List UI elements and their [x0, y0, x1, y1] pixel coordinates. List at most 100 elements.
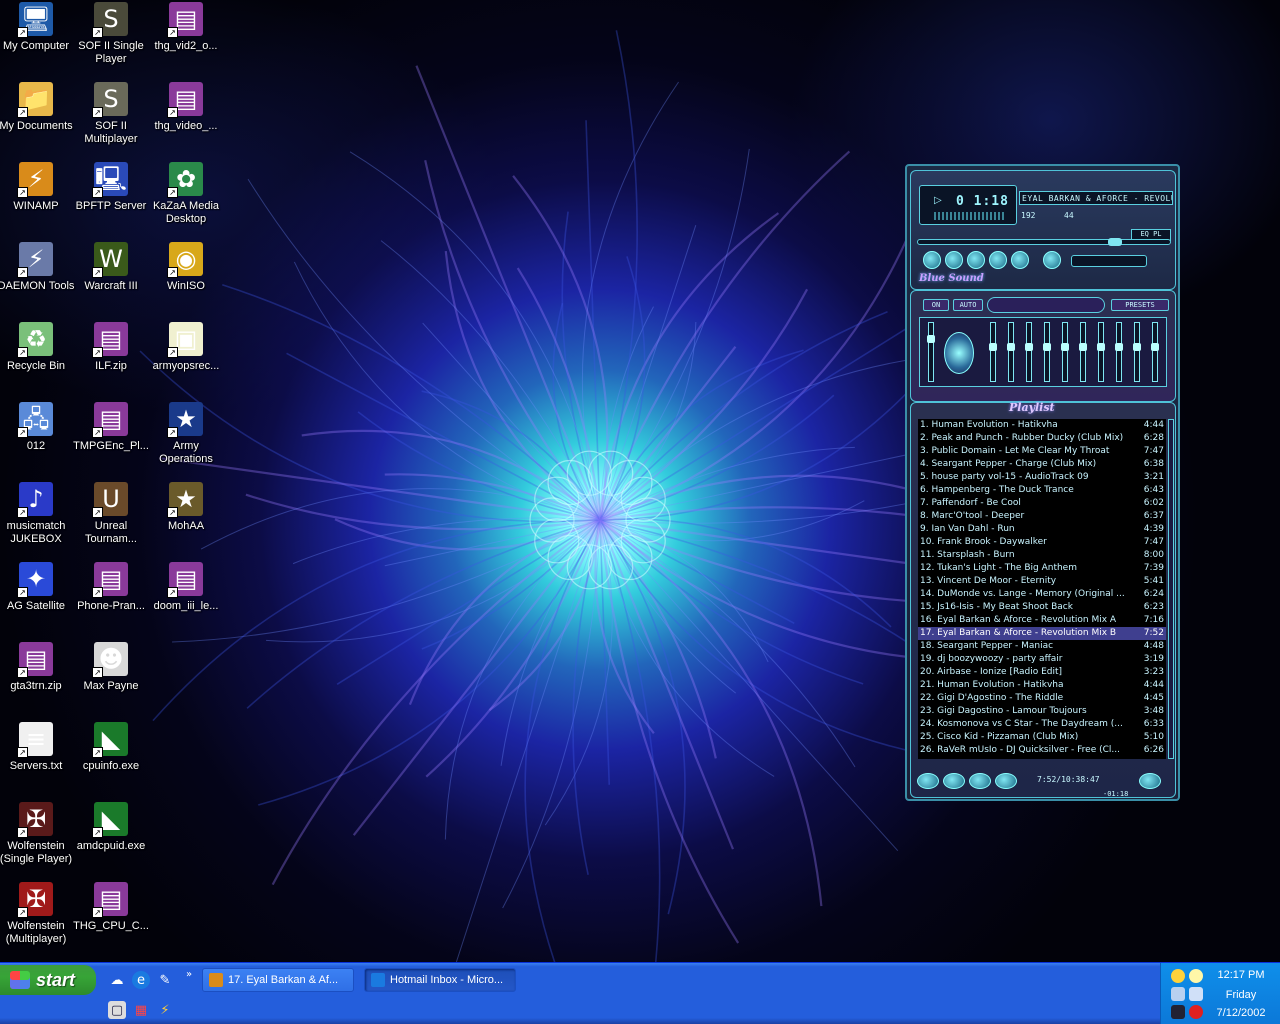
desktop-icon[interactable]: ▤ ↗ THG_CPU_C...: [73, 882, 149, 960]
desktop-icon[interactable]: 🖥 ↗ My Computer: [0, 2, 74, 80]
winamp-window[interactable]: ▷ 0 1:18 EYAL BARKAN & AFORCE - REVOLUTI…: [905, 164, 1180, 801]
playlist-misc-button[interactable]: [995, 773, 1017, 789]
desktop-icon[interactable]: ▤ ↗ Phone-Pran...: [73, 562, 149, 640]
playlist-row[interactable]: 26. RaVeR mUsIo - DJ Quicksilver - Free …: [918, 744, 1166, 757]
playlist-row[interactable]: 15. Js16-Isis - My Beat Shoot Back 6:23: [918, 601, 1166, 614]
desktop-icon[interactable]: ▣ ↗ armyopsrec...: [148, 322, 224, 400]
desktop-icon[interactable]: ◣ ↗ cpuinfo.exe: [73, 722, 149, 800]
desktop-icon[interactable]: U ↗ Unreal Tournam...: [73, 482, 149, 560]
playlist-row[interactable]: 9. Ian Van Dahl - Run 4:39: [918, 523, 1166, 536]
playlist-row[interactable]: 11. Starsplash - Burn 8:00: [918, 549, 1166, 562]
desktop-icon[interactable]: 🖳 ↗ BPFTP Server: [73, 162, 149, 240]
desktop-icon[interactable]: 🖧 ↗ 012: [0, 402, 74, 480]
eq-balance-dial[interactable]: [944, 332, 974, 374]
visualizer[interactable]: [934, 212, 1004, 220]
playlist-row[interactable]: 7. Paffendorf - Be Cool 6:02: [918, 497, 1166, 510]
user-tray-icon[interactable]: [1189, 987, 1203, 1001]
desktop-icon[interactable]: ♻ ↗ Recycle Bin: [0, 322, 74, 400]
desktop-icon[interactable]: ◉ ↗ WinISO: [148, 242, 224, 320]
playlist-row[interactable]: 1. Human Evolution - Hatikvha 4:44: [918, 419, 1166, 432]
playlist-row[interactable]: 6. Hampenberg - The Duck Trance 6:43: [918, 484, 1166, 497]
eq-sliders[interactable]: [919, 317, 1167, 387]
playlist-panel[interactable]: Playlist 1. Human Evolution - Hatikvha 4:…: [910, 401, 1176, 798]
desktop-icon[interactable]: ☻ ↗ Max Payne: [73, 642, 149, 720]
playlist-row[interactable]: 5. house party vol-15 - AudioTrack 09 3:2…: [918, 471, 1166, 484]
eq-band-slider[interactable]: [1079, 322, 1087, 382]
desktop-icon[interactable]: 📁 ↗ My Documents: [0, 82, 74, 160]
playlist-add-button[interactable]: [917, 773, 939, 789]
playlist-row[interactable]: 19. dj boozywoozy - party affair 3:19: [918, 653, 1166, 666]
desktop-icon[interactable]: ▤ ↗ ILF.zip: [73, 322, 149, 400]
desktop-icon[interactable]: ★ ↗ Army Operations: [148, 402, 224, 480]
desktop-icon[interactable]: ✠ ↗ Wolfenstein (Single Player): [0, 802, 74, 880]
seek-knob[interactable]: [1108, 238, 1122, 246]
playlist-remove-button[interactable]: [943, 773, 965, 789]
slider-knob[interactable]: [927, 335, 935, 343]
desktop-icon[interactable]: ▤ ↗ thg_video_...: [148, 82, 224, 160]
taskbar-button[interactable]: Hotmail Inbox - Micro...: [364, 968, 516, 992]
sun-tray-icon[interactable]: [1189, 969, 1203, 983]
internet-explorer-icon[interactable]: e: [132, 971, 150, 989]
winamp-main-panel[interactable]: ▷ 0 1:18 EYAL BARKAN & AFORCE - REVOLUTI…: [910, 170, 1176, 290]
playlist-scrollbar[interactable]: [1168, 419, 1174, 759]
pause-button[interactable]: [967, 251, 985, 269]
slider-knob[interactable]: [1043, 343, 1051, 351]
desktop-icon[interactable]: ▤ ↗ TMPGEnc_Pl...: [73, 402, 149, 480]
eq-band-slider[interactable]: [1097, 322, 1105, 382]
desktop-icon[interactable]: ✿ ↗ KaZaA Media Desktop: [148, 162, 224, 240]
show-desktop-icon[interactable]: ☁: [108, 971, 126, 989]
volume-slider[interactable]: [1071, 255, 1147, 267]
desktop-icon[interactable]: ▤ ↗ doom_iii_le...: [148, 562, 224, 640]
desktop-icon[interactable]: ▤ ↗ gta3trn.zip: [0, 642, 74, 720]
eq-band-slider[interactable]: [1043, 322, 1051, 382]
slider-knob[interactable]: [1151, 343, 1159, 351]
desktop-icon[interactable]: ⚡ ↗ DAEMON Tools: [0, 242, 74, 320]
eq-on-button[interactable]: ON: [923, 299, 949, 311]
seek-bar[interactable]: [917, 238, 1171, 246]
slider-knob[interactable]: [1025, 343, 1033, 351]
quicklaunch-window-icon[interactable]: ▢: [108, 1001, 126, 1019]
playlist-row[interactable]: 3. Public Domain - Let Me Clear My Throa…: [918, 445, 1166, 458]
slider-knob[interactable]: [1061, 343, 1069, 351]
desktop-icon[interactable]: S ↗ SOF II Multiplayer: [73, 82, 149, 160]
prev-button[interactable]: [923, 251, 941, 269]
eq-band-slider[interactable]: [1133, 322, 1141, 382]
antivirus-tray-icon[interactable]: [1189, 1005, 1203, 1019]
playlist-row[interactable]: 17. Eyal Barkan & Aforce - Revolution Mi…: [918, 627, 1166, 640]
eq-presets-button[interactable]: PRESETS: [1111, 299, 1169, 311]
start-button[interactable]: start: [0, 965, 96, 995]
eq-band-slider[interactable]: [1115, 322, 1123, 382]
slider-knob[interactable]: [1133, 343, 1141, 351]
playlist-row[interactable]: 14. DuMonde vs. Lange - Memory (Original…: [918, 588, 1166, 601]
taskbar-button[interactable]: 17. Eyal Barkan & Af...: [202, 968, 354, 992]
playlist-row[interactable]: 10. Frank Brook - Daywalker 7:47: [918, 536, 1166, 549]
stop-button[interactable]: [989, 251, 1007, 269]
playlist-row[interactable]: 13. Vincent De Moor - Eternity 5:41: [918, 575, 1166, 588]
desktop-icon[interactable]: ◣ ↗ amdcpuid.exe: [73, 802, 149, 880]
eq-band-slider[interactable]: [1061, 322, 1069, 382]
playlist-row[interactable]: 25. Cisco Kid - Pizzaman (Club Mix) 5:10: [918, 731, 1166, 744]
playlist-row[interactable]: 16. Eyal Barkan & Aforce - Revolution Mi…: [918, 614, 1166, 627]
playlist-row[interactable]: 23. Gigi Dagostino - Lamour Toujours 3:48: [918, 705, 1166, 718]
desktop-icon[interactable]: ★ ↗ MohAA: [148, 482, 224, 560]
playlist-row[interactable]: 2. Peak and Punch - Rubber Ducky (Club M…: [918, 432, 1166, 445]
desktop-icon[interactable]: S ↗ SOF II Single Player: [73, 2, 149, 80]
messenger-tray-icon[interactable]: [1171, 969, 1185, 983]
slider-knob[interactable]: [1097, 343, 1105, 351]
eq-band-slider[interactable]: [989, 322, 997, 382]
slider-knob[interactable]: [989, 343, 997, 351]
speaker-tray-icon[interactable]: [1171, 1005, 1185, 1019]
desktop-icon[interactable]: ⚡ ↗ WINAMP: [0, 162, 74, 240]
slider-knob[interactable]: [1007, 343, 1015, 351]
playlist[interactable]: 1. Human Evolution - Hatikvha 4:44 2. Peak…: [918, 419, 1166, 759]
playlist-row[interactable]: 8. Marc'O'tool - Deeper 6:37: [918, 510, 1166, 523]
desktop-icon[interactable]: ✠ ↗ Wolfenstein (Multiplayer): [0, 882, 74, 960]
playlist-select-button[interactable]: [969, 773, 991, 789]
eq-band-slider[interactable]: [1151, 322, 1159, 382]
desktop-icon[interactable]: W ↗ Warcraft III: [73, 242, 149, 320]
preamp-slider[interactable]: [927, 322, 935, 382]
equalizer-panel[interactable]: ON AUTO PRESETS: [910, 290, 1176, 402]
eq-band-slider[interactable]: [1025, 322, 1033, 382]
next-button[interactable]: [1011, 251, 1029, 269]
playlist-row[interactable]: 24. Kosmonova vs C Star - The Daydream (…: [918, 718, 1166, 731]
